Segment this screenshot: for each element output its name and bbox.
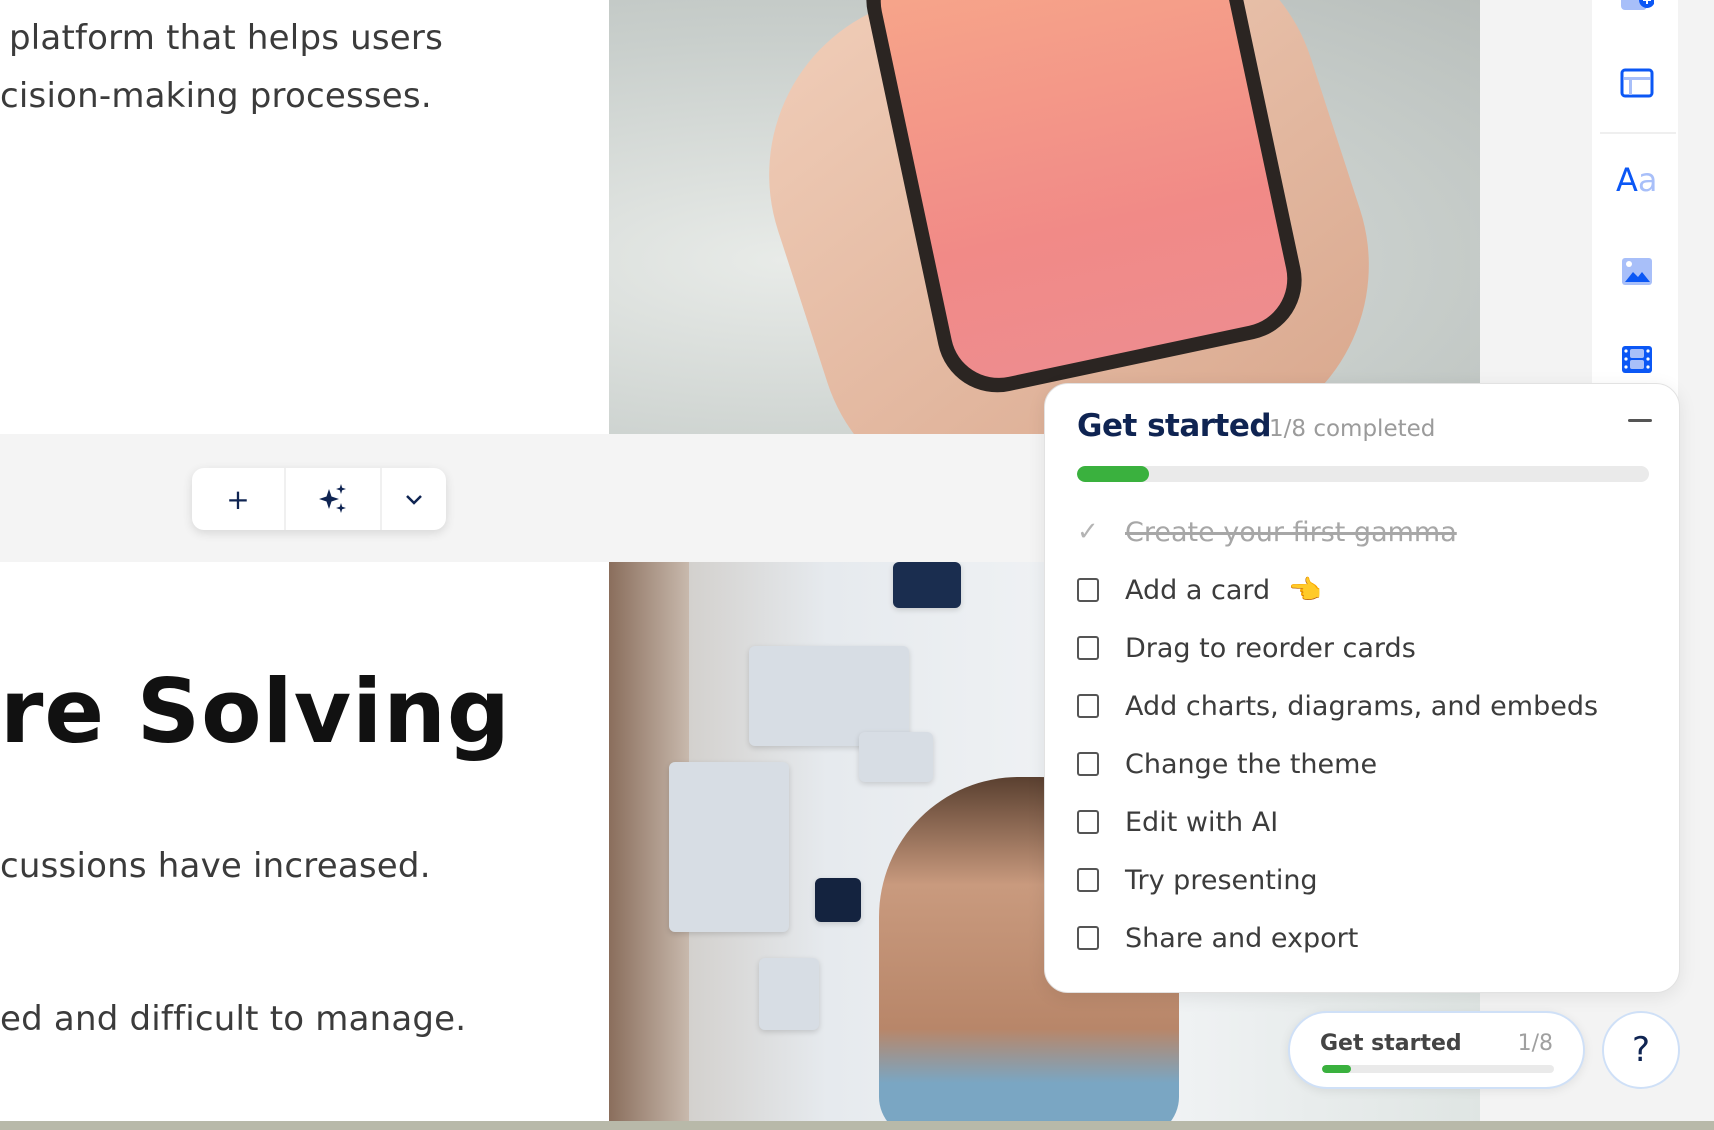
ui-tile-graphic bbox=[893, 562, 961, 608]
checkbox[interactable] bbox=[1077, 926, 1099, 950]
sparkles-icon bbox=[319, 484, 346, 513]
phone-image[interactable] bbox=[609, 0, 1480, 434]
pill-label: Get started bbox=[1320, 1031, 1462, 1056]
progress-bar bbox=[1077, 466, 1649, 482]
checkbox[interactable] bbox=[1077, 694, 1099, 718]
card-heading: re Solving bbox=[0, 660, 511, 763]
ui-chat-graphic bbox=[815, 878, 861, 922]
ui-panel-graphic bbox=[759, 958, 819, 1030]
get-started-pill-button[interactable]: Get started 1/8 bbox=[1288, 1011, 1585, 1089]
checkbox[interactable] bbox=[1077, 578, 1099, 602]
checklist-item[interactable]: Drag to reorder cards bbox=[1077, 628, 1416, 668]
card-text: cision-making processes. bbox=[0, 76, 432, 116]
card-text: ed and difficult to manage. bbox=[0, 999, 467, 1039]
more-options-button[interactable] bbox=[382, 468, 446, 530]
video-icon[interactable] bbox=[1620, 344, 1654, 374]
checklist-item-label: Change the theme bbox=[1125, 748, 1378, 780]
ai-generate-button[interactable] bbox=[286, 468, 382, 530]
progress-fill bbox=[1077, 466, 1149, 482]
minimize-button[interactable] bbox=[1628, 419, 1652, 422]
checkbox[interactable] bbox=[1077, 636, 1099, 660]
pill-progress-fill bbox=[1322, 1065, 1351, 1073]
checklist-item-label: Edit with AI bbox=[1125, 806, 1279, 838]
checkbox[interactable] bbox=[1077, 810, 1099, 834]
checklist-item[interactable]: Edit with AI bbox=[1077, 802, 1278, 842]
panel-title: Get started bbox=[1077, 408, 1272, 444]
ui-panel-graphic bbox=[669, 762, 789, 932]
add-card-icon[interactable] bbox=[1620, 0, 1654, 18]
checklist-item-label: Add a card bbox=[1125, 574, 1271, 606]
sidebar-divider bbox=[1600, 132, 1676, 134]
card-insert-toolbar: + bbox=[192, 468, 446, 530]
pill-count: 1/8 bbox=[1517, 1031, 1553, 1056]
window-bottom-edge bbox=[0, 1121, 1714, 1130]
pill-progress-bar bbox=[1322, 1065, 1554, 1073]
checklist-item[interactable]: Add a card 👈 bbox=[1077, 570, 1322, 610]
card-text: cussions have increased. bbox=[0, 846, 431, 886]
checkbox[interactable] bbox=[1077, 868, 1099, 892]
chevron-down-icon bbox=[406, 495, 422, 505]
layout-icon[interactable] bbox=[1620, 68, 1654, 98]
checklist-item-label: Create your first gamma bbox=[1125, 516, 1457, 548]
ui-panel-graphic bbox=[859, 732, 933, 782]
text-icon[interactable]: Aa bbox=[1616, 162, 1660, 198]
checklist-item-label: Try presenting bbox=[1125, 864, 1318, 896]
checklist-item[interactable]: Try presenting bbox=[1077, 860, 1318, 900]
checklist-item-label: Drag to reorder cards bbox=[1125, 632, 1416, 664]
checklist-item[interactable]: Add charts, diagrams, and embeds bbox=[1077, 686, 1598, 726]
completion-count: 1/8 completed bbox=[1269, 416, 1436, 442]
checklist-item[interactable]: Change the theme bbox=[1077, 744, 1377, 784]
checkbox[interactable] bbox=[1077, 752, 1099, 776]
check-icon: ✓ bbox=[1077, 517, 1099, 547]
checklist-item[interactable]: Share and export bbox=[1077, 918, 1358, 958]
checklist-item[interactable]: ✓ Create your first gamma bbox=[1077, 512, 1457, 552]
add-card-button[interactable]: + bbox=[192, 468, 286, 530]
insert-sidebar: Aa bbox=[1592, 0, 1678, 400]
card-text: platform that helps users bbox=[9, 18, 444, 58]
plus-icon: + bbox=[226, 482, 250, 516]
help-button[interactable]: ? bbox=[1602, 1011, 1680, 1089]
get-started-panel: Get started 1/8 completed ✓ Create your f… bbox=[1044, 383, 1680, 993]
checklist-item-label: Add charts, diagrams, and embeds bbox=[1125, 690, 1599, 722]
checklist-item-label: Share and export bbox=[1125, 922, 1359, 954]
image-icon[interactable] bbox=[1620, 256, 1654, 286]
pointing-hand-icon: 👈 bbox=[1288, 575, 1322, 606]
ui-panel-graphic bbox=[749, 646, 909, 746]
question-icon: ? bbox=[1631, 1030, 1651, 1070]
